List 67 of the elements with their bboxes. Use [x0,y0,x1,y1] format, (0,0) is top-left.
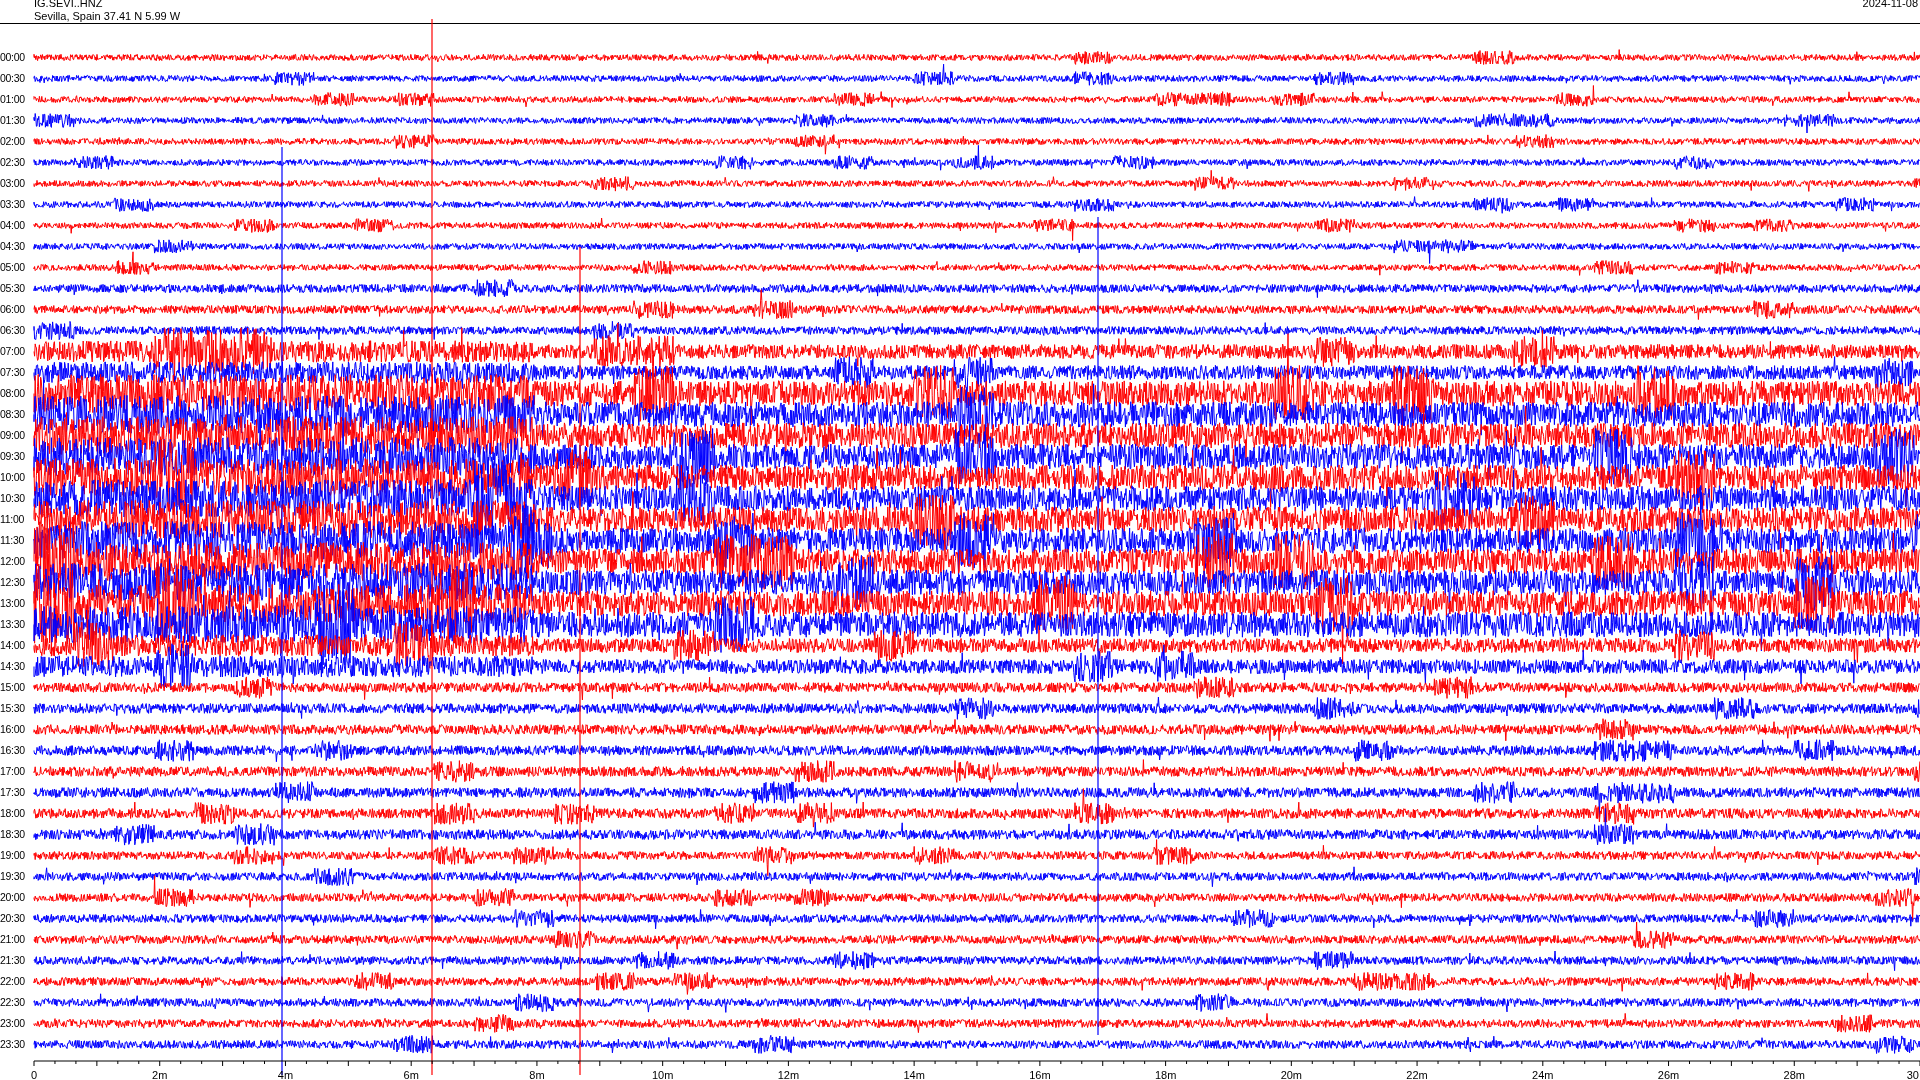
time-tick-label: 16m [1029,1069,1051,1080]
row-time-label: 18:30 [0,827,26,842]
row-time-label: 13:00 [0,596,26,611]
row-time-label: 03:30 [0,197,26,212]
row-time-label: 08:00 [0,386,26,401]
station-location: Sevilla, Spain 37.41 N 5.99 W [34,10,181,23]
row-time-label: 01:30 [0,113,26,128]
row-time-label: 16:00 [0,722,26,737]
row-time-label: 11:00 [0,512,25,527]
row-time-label: 09:00 [0,428,26,443]
row-time-label: 04:00 [0,218,26,233]
row-time-label: 15:30 [0,701,26,716]
row-time-label: 14:00 [0,638,26,653]
station-code: IG.SEVI..HNZ [34,0,104,10]
row-time-label: 22:00 [0,974,26,989]
time-tick-label: 4m [277,1069,294,1080]
time-tick-label: 10m [651,1069,674,1080]
time-tick-label: 0 [30,1069,38,1080]
row-time-label: 03:00 [0,176,26,191]
row-time-label: 15:00 [0,680,26,695]
row-time-label: 17:00 [0,764,26,779]
row-time-label: 02:00 [0,134,26,149]
row-time-label: 23:30 [0,1037,26,1052]
row-time-label: 10:00 [0,470,26,485]
row-time-label: 09:30 [0,449,26,464]
plot-date: 2024-11-08 [1862,0,1919,10]
row-time-label: 02:30 [0,155,26,170]
row-time-label: 07:30 [0,365,26,380]
row-time-label: 17:30 [0,785,26,800]
row-time-label: 12:00 [0,554,26,569]
row-time-label: 13:30 [0,617,26,632]
time-tick-label: 30 [1906,1069,1919,1080]
row-time-label: 11:30 [0,533,25,548]
time-tick-label: 8m [529,1069,545,1080]
row-time-label: 04:30 [0,239,26,254]
row-time-label: 12:30 [0,575,26,590]
time-tick-label: 22m [1406,1069,1428,1080]
row-time-label: 14:30 [0,659,26,674]
row-time-label: 00:30 [0,71,26,86]
time-tick-label: 26m [1657,1069,1680,1080]
row-time-label: 08:30 [0,407,26,422]
row-time-label: 19:30 [0,869,26,884]
row-time-label: 07:00 [0,344,26,359]
row-time-label: 21:30 [0,953,26,968]
time-tick-label: 20m [1280,1069,1303,1080]
row-time-label: 10:30 [0,491,26,506]
row-time-label: 05:00 [0,260,26,275]
time-tick-label: 12m [777,1069,800,1080]
row-time-label: 19:00 [0,848,26,863]
row-time-label: 18:00 [0,806,26,821]
time-tick-label: 28m [1783,1069,1805,1080]
row-time-label: 06:30 [0,323,26,338]
row-time-label: 22:30 [0,995,26,1010]
time-tick-label: 18m [1154,1069,1177,1080]
row-time-label: 20:00 [0,890,26,905]
row-time-label: 06:00 [0,302,26,317]
row-time-label: 00:00 [0,50,26,65]
row-time-label: 20:30 [0,911,26,926]
row-time-label: 01:00 [0,92,26,107]
row-time-label: 21:00 [0,932,26,947]
time-tick-label: 2m [152,1069,168,1080]
row-time-label: 23:00 [0,1016,26,1031]
time-tick-label: 6m [403,1069,419,1080]
row-time-label: 05:30 [0,281,26,296]
time-tick-label: 14m [903,1069,925,1080]
row-time-label: 16:30 [0,743,26,758]
time-tick-label: 24m [1532,1069,1554,1080]
